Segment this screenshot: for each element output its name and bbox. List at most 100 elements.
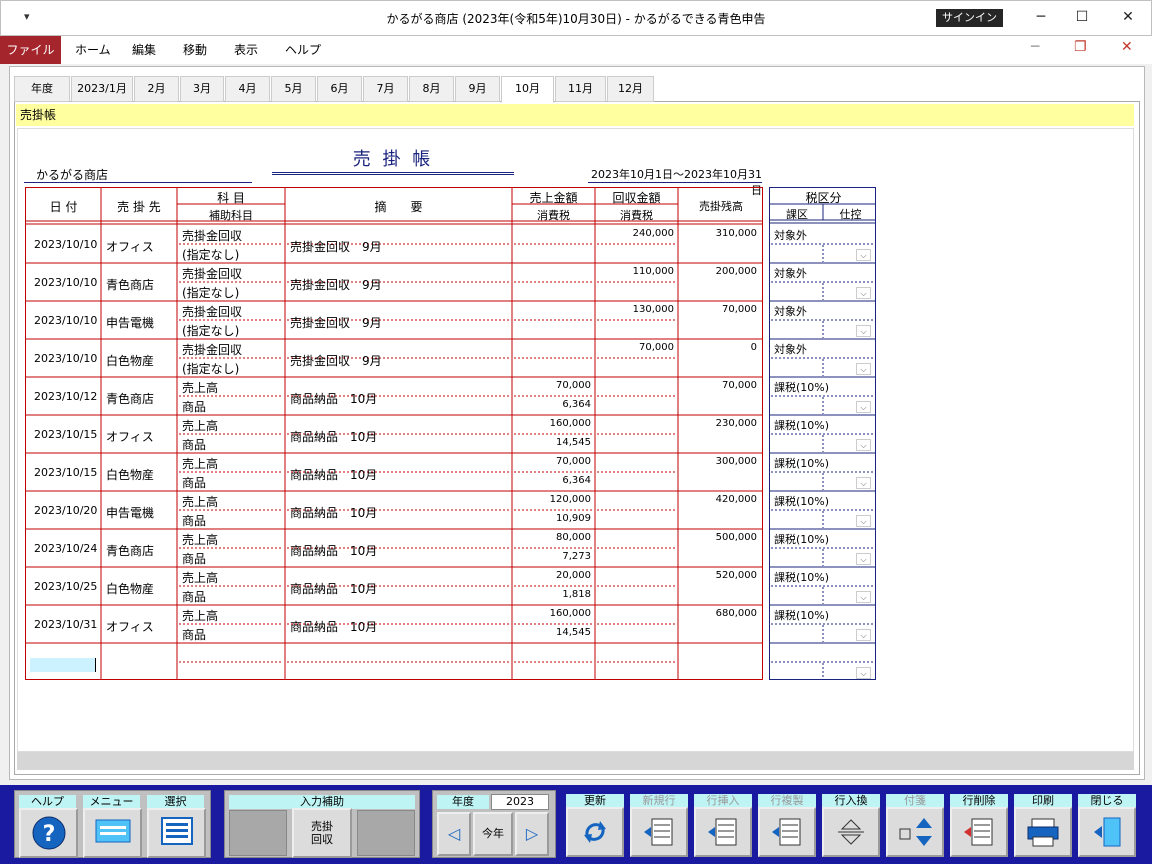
row-sub-account[interactable]: 商品 — [182, 550, 206, 567]
row-date[interactable]: 2023/10/24 — [34, 542, 97, 555]
row-sales-tax[interactable]: 1,818 — [513, 589, 591, 600]
tax-dropdown-arrow-icon[interactable]: ⌵ — [856, 439, 871, 451]
row-sub-account[interactable]: (指定なし) — [182, 322, 239, 339]
tab-9[interactable]: 9月 — [455, 76, 500, 102]
row-customer[interactable]: オフィス — [106, 618, 154, 635]
row-account[interactable]: 売上高 — [182, 455, 218, 472]
row-sales[interactable]: 20,000 — [513, 570, 591, 581]
select-button[interactable] — [147, 808, 206, 858]
row-tax-category[interactable]: 課税(10%) — [774, 379, 829, 395]
row-date[interactable]: 2023/10/15 — [34, 466, 97, 479]
row-sub-account[interactable]: (指定なし) — [182, 246, 239, 263]
print-button[interactable] — [1014, 807, 1072, 857]
row-balance[interactable]: 230,000 — [679, 418, 757, 429]
tab-1[interactable]: 2023/1月 — [71, 76, 133, 102]
row-tax-category[interactable]: 対象外 — [774, 227, 807, 243]
row-summary[interactable]: 商品納品 10月 — [290, 466, 377, 483]
row-sub-account[interactable]: 商品 — [182, 398, 206, 415]
tab-12[interactable]: 12月 — [607, 76, 654, 102]
row-sales-tax[interactable]: 7,273 — [513, 551, 591, 562]
row-sales[interactable]: 160,000 — [513, 608, 591, 619]
menu-file[interactable]: ファイル — [0, 36, 61, 64]
row-summary[interactable]: 売掛金回収 9月 — [290, 238, 382, 255]
next-year-button[interactable]: ▷ — [515, 812, 549, 856]
row-balance[interactable]: 680,000 — [679, 608, 757, 619]
row-tax-category[interactable]: 対象外 — [774, 341, 807, 357]
tax-dropdown-arrow-icon[interactable]: ⌵ — [856, 591, 871, 603]
row-tax-category[interactable]: 対象外 — [774, 265, 807, 281]
table-row[interactable]: 2023/10/10 青色商店 売掛金回収 (指定なし) 売掛金回収 9月 110,000… — [26, 264, 764, 302]
tab-3[interactable]: 3月 — [180, 76, 224, 102]
tab-8[interactable]: 8月 — [409, 76, 454, 102]
menu-move[interactable]: 移動 — [183, 36, 207, 64]
close-button-toolbar[interactable] — [1078, 807, 1136, 857]
tax-dropdown-arrow-icon[interactable]: ⌵ — [856, 629, 871, 641]
row-sales-tax[interactable]: 14,545 — [513, 627, 591, 638]
row-balance[interactable]: 310,000 — [679, 228, 757, 239]
row-balance[interactable]: 420,000 — [679, 494, 757, 505]
insert-row-button[interactable] — [694, 807, 752, 857]
menu-button[interactable] — [83, 808, 142, 858]
row-customer[interactable]: 青色商店 — [106, 276, 154, 293]
row-account[interactable]: 売上高 — [182, 531, 218, 548]
row-summary[interactable]: 売掛金回収 9月 — [290, 276, 382, 293]
tax-dropdown-arrow-icon[interactable]: ⌵ — [856, 553, 871, 565]
tax-dropdown-arrow-icon[interactable]: ⌵ — [856, 287, 871, 299]
row-sales[interactable]: 80,000 — [513, 532, 591, 543]
update-button[interactable] — [566, 807, 624, 857]
row-summary[interactable]: 商品納品 10月 — [290, 580, 377, 597]
row-balance[interactable]: 70,000 — [679, 380, 757, 391]
table-row[interactable]: 2023/10/10 オフィス 売掛金回収 (指定なし) 売掛金回収 9月 240,000… — [26, 226, 764, 264]
row-collect[interactable]: 130,000 — [596, 304, 674, 315]
row-account[interactable]: 売上高 — [182, 607, 218, 624]
row-sales-tax[interactable]: 6,364 — [513, 475, 591, 486]
table-row[interactable]: 2023/10/25 白色物産 売上高 商品 商品納品 10月 20,000 1,818 52… — [26, 568, 764, 606]
tab-5[interactable]: 5月 — [271, 76, 316, 102]
row-tax-category[interactable]: 課税(10%) — [774, 493, 829, 509]
tab-7[interactable]: 7月 — [363, 76, 408, 102]
row-customer[interactable]: オフィス — [106, 428, 154, 445]
row-collect[interactable]: 110,000 — [596, 266, 674, 277]
table-row[interactable]: 2023/10/10 申告電機 売掛金回収 (指定なし) 売掛金回収 9月 130,000… — [26, 302, 764, 340]
row-customer[interactable]: 白色物産 — [106, 352, 154, 369]
row-summary[interactable]: 商品納品 10月 — [290, 542, 377, 559]
row-balance[interactable]: 70,000 — [679, 304, 757, 315]
row-date[interactable]: 2023/10/10 — [34, 314, 97, 327]
tab-6[interactable]: 6月 — [317, 76, 362, 102]
minimize-button[interactable]: ─ — [1026, 6, 1056, 28]
tag-button[interactable] — [886, 807, 944, 857]
row-sales[interactable]: 70,000 — [513, 380, 591, 391]
row-sales[interactable]: 120,000 — [513, 494, 591, 505]
row-tax-category[interactable]: 課税(10%) — [774, 607, 829, 623]
tax-dropdown-arrow-icon[interactable]: ⌵ — [856, 325, 871, 337]
new-row-button[interactable] — [630, 807, 688, 857]
row-sales-tax[interactable]: 10,909 — [513, 513, 591, 524]
assist-collect-button[interactable]: 売掛 回収 — [292, 808, 352, 858]
row-collect[interactable]: 240,000 — [596, 228, 674, 239]
row-customer[interactable]: 白色物産 — [106, 466, 154, 483]
delete-row-button[interactable] — [950, 807, 1008, 857]
row-balance[interactable]: 500,000 — [679, 532, 757, 543]
menu-help[interactable]: ヘルプ — [285, 36, 321, 64]
table-row[interactable]: 2023/10/24 青色商店 売上高商品 商品納品 10月 80,000 7,273 50… — [26, 530, 764, 568]
row-account[interactable]: 売掛金回収 — [182, 227, 242, 244]
row-tax-category[interactable]: 課税(10%) — [774, 569, 829, 585]
row-account[interactable]: 売掛金回収 — [182, 265, 242, 282]
tax-dropdown-arrow-icon[interactable]: ⌵ — [856, 249, 871, 261]
swap-row-button[interactable] — [822, 807, 880, 857]
row-customer[interactable]: 青色商店 — [106, 542, 154, 559]
row-sub-account[interactable]: 商品 — [182, 626, 206, 643]
row-customer[interactable]: 青色商店 — [106, 390, 154, 407]
tab-11[interactable]: 11月 — [555, 76, 606, 102]
row-customer[interactable]: オフィス — [106, 238, 154, 255]
row-customer[interactable]: 白色物産 — [106, 580, 154, 597]
row-sales[interactable]: 160,000 — [513, 418, 591, 429]
row-date[interactable]: 2023/10/10 — [34, 238, 97, 251]
row-account[interactable]: 売掛金回収 — [182, 341, 242, 358]
menu-view[interactable]: 表示 — [234, 36, 258, 64]
row-sub-account[interactable]: 商品 — [182, 436, 206, 453]
table-row[interactable]: 2023/10/15 白色物産 売上高 商品 商品納品 10月 70,000 6,364 30… — [26, 454, 764, 492]
row-sub-account[interactable]: (指定なし) — [182, 284, 239, 301]
row-date[interactable]: 2023/10/10 — [34, 352, 97, 365]
row-collect[interactable]: 70,000 — [596, 342, 674, 353]
